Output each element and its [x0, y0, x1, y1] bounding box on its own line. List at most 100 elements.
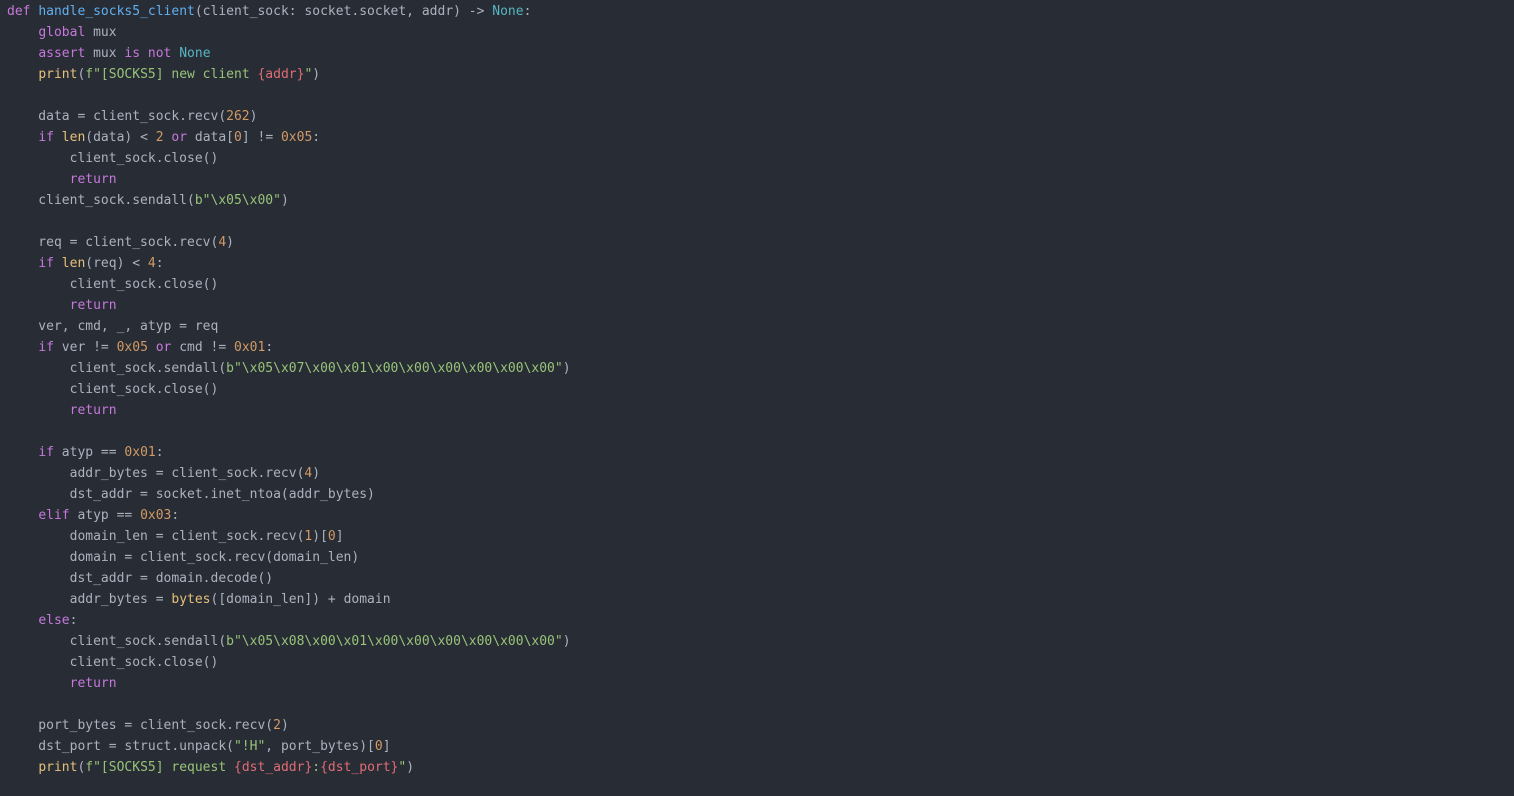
code-token: atyp == — [69, 508, 141, 523]
code-line[interactable]: domain = client_sock.recv(domain_len) — [7, 547, 571, 568]
code-line[interactable]: return — [7, 673, 571, 694]
code-token: : — [265, 340, 274, 355]
code-token: 0 — [234, 130, 242, 145]
code-token: ) — [280, 718, 289, 733]
code-editor[interactable]: def handle_socks5_client(client_sock: so… — [0, 0, 1514, 796]
code-line[interactable]: return — [7, 295, 571, 316]
code-line[interactable]: print(f"[SOCKS5] new client {addr}") — [7, 64, 571, 85]
code-line[interactable]: dst_addr = socket.inet_ntoa(addr_bytes) — [7, 484, 571, 505]
code-line[interactable] — [7, 421, 571, 442]
code-line[interactable]: return — [7, 169, 571, 190]
code-area[interactable]: def handle_socks5_client(client_sock: so… — [7, 1, 571, 778]
code-token: ] — [335, 529, 344, 544]
code-token: mux — [85, 25, 117, 40]
code-line[interactable]: domain_len = client_sock.recv(1)[0] — [7, 526, 571, 547]
code-token: 0x05 — [280, 130, 313, 145]
code-line[interactable]: port_bytes = client_sock.recv(2) — [7, 715, 571, 736]
code-token: , port_bytes)[ — [265, 739, 375, 754]
code-line[interactable]: addr_bytes = client_sock.recv(4) — [7, 463, 571, 484]
code-token: {dst_port} — [320, 760, 399, 775]
code-token: b"\x05\x00" — [194, 193, 281, 208]
code-token: 0x03 — [140, 508, 172, 523]
code-token: req = client_sock.recv( — [7, 235, 219, 250]
code-token: None — [179, 46, 211, 61]
code-line[interactable]: if len(data) < 2 or data[0] != 0x05: — [7, 127, 571, 148]
code-token: {addr} — [257, 67, 305, 82]
code-token: return — [69, 403, 117, 418]
code-line[interactable]: client_sock.sendall(b"\x05\x00") — [7, 190, 571, 211]
code-token: dst_addr = domain.decode() — [7, 571, 274, 586]
code-token: client_sock.sendall( — [7, 193, 195, 208]
code-token: print — [38, 760, 78, 775]
code-line[interactable]: dst_addr = domain.decode() — [7, 568, 571, 589]
code-token: addr_bytes = — [7, 592, 172, 607]
code-token: : — [523, 4, 532, 19]
code-token: or — [155, 340, 172, 355]
code-token: (req) < — [85, 256, 148, 271]
code-token: def — [7, 4, 31, 19]
code-token: : — [312, 130, 321, 145]
code-token: client_sock.close() — [7, 655, 219, 670]
code-token: 0x01 — [124, 445, 156, 460]
code-line[interactable]: if len(req) < 4: — [7, 253, 571, 274]
code-line[interactable]: assert mux is not None — [7, 43, 571, 64]
code-token: len — [61, 130, 86, 145]
code-line[interactable]: client_sock.close() — [7, 274, 571, 295]
code-line[interactable]: elif atyp == 0x03: — [7, 505, 571, 526]
code-token: (client_sock: socket.socket, addr) -> — [194, 4, 493, 19]
code-line[interactable]: else: — [7, 610, 571, 631]
code-line[interactable]: client_sock.close() — [7, 652, 571, 673]
code-line[interactable]: print(f"[SOCKS5] request {dst_addr}:{dst… — [7, 757, 571, 778]
code-token: 0x05 — [116, 340, 148, 355]
code-token: 2 — [155, 130, 164, 145]
code-line[interactable] — [7, 694, 571, 715]
code-line[interactable]: data = client_sock.recv(262) — [7, 106, 571, 127]
code-token: : — [155, 256, 164, 271]
code-line[interactable]: return — [7, 400, 571, 421]
code-token: 0 — [374, 739, 383, 754]
code-token: if — [38, 256, 54, 271]
code-line[interactable]: client_sock.sendall(b"\x05\x08\x00\x01\x… — [7, 631, 571, 652]
code-line[interactable]: client_sock.sendall(b"\x05\x07\x00\x01\x… — [7, 358, 571, 379]
code-line[interactable] — [7, 211, 571, 232]
code-token: is not — [124, 46, 172, 61]
code-token: (data) < — [85, 130, 156, 145]
code-token: addr_bytes = client_sock.recv( — [7, 466, 305, 481]
code-line[interactable]: if atyp == 0x01: — [7, 442, 571, 463]
code-line[interactable]: client_sock.close() — [7, 148, 571, 169]
code-token: : — [155, 445, 164, 460]
code-line[interactable]: req = client_sock.recv(4) — [7, 232, 571, 253]
code-line[interactable]: global mux — [7, 22, 571, 43]
code-line[interactable]: client_sock.close() — [7, 379, 571, 400]
code-token: return — [69, 676, 117, 691]
code-token: len — [61, 256, 86, 271]
code-token: f"[SOCKS5] request — [85, 760, 234, 775]
code-token: b"\x05\x08\x00\x01\x00\x00\x00\x00\x00\x… — [226, 634, 563, 649]
code-line[interactable] — [7, 85, 571, 106]
code-token: {dst_addr} — [234, 760, 313, 775]
code-token: ) — [280, 193, 289, 208]
code-token: ) — [249, 109, 258, 124]
code-token: ) — [562, 361, 571, 376]
code-line[interactable]: dst_port = struct.unpack("!H", port_byte… — [7, 736, 571, 757]
code-token: 0 — [327, 529, 336, 544]
code-line[interactable]: def handle_socks5_client(client_sock: so… — [7, 1, 571, 22]
code-token: atyp == — [53, 445, 125, 460]
code-token: return — [69, 172, 117, 187]
code-line[interactable]: addr_bytes = bytes([domain_len]) + domai… — [7, 589, 571, 610]
code-token: 0x01 — [234, 340, 266, 355]
code-line[interactable]: ver, cmd, _, atyp = req — [7, 316, 571, 337]
code-token: : — [171, 508, 180, 523]
code-token: mux — [85, 46, 125, 61]
code-line[interactable]: if ver != 0x05 or cmd != 0x01: — [7, 337, 571, 358]
